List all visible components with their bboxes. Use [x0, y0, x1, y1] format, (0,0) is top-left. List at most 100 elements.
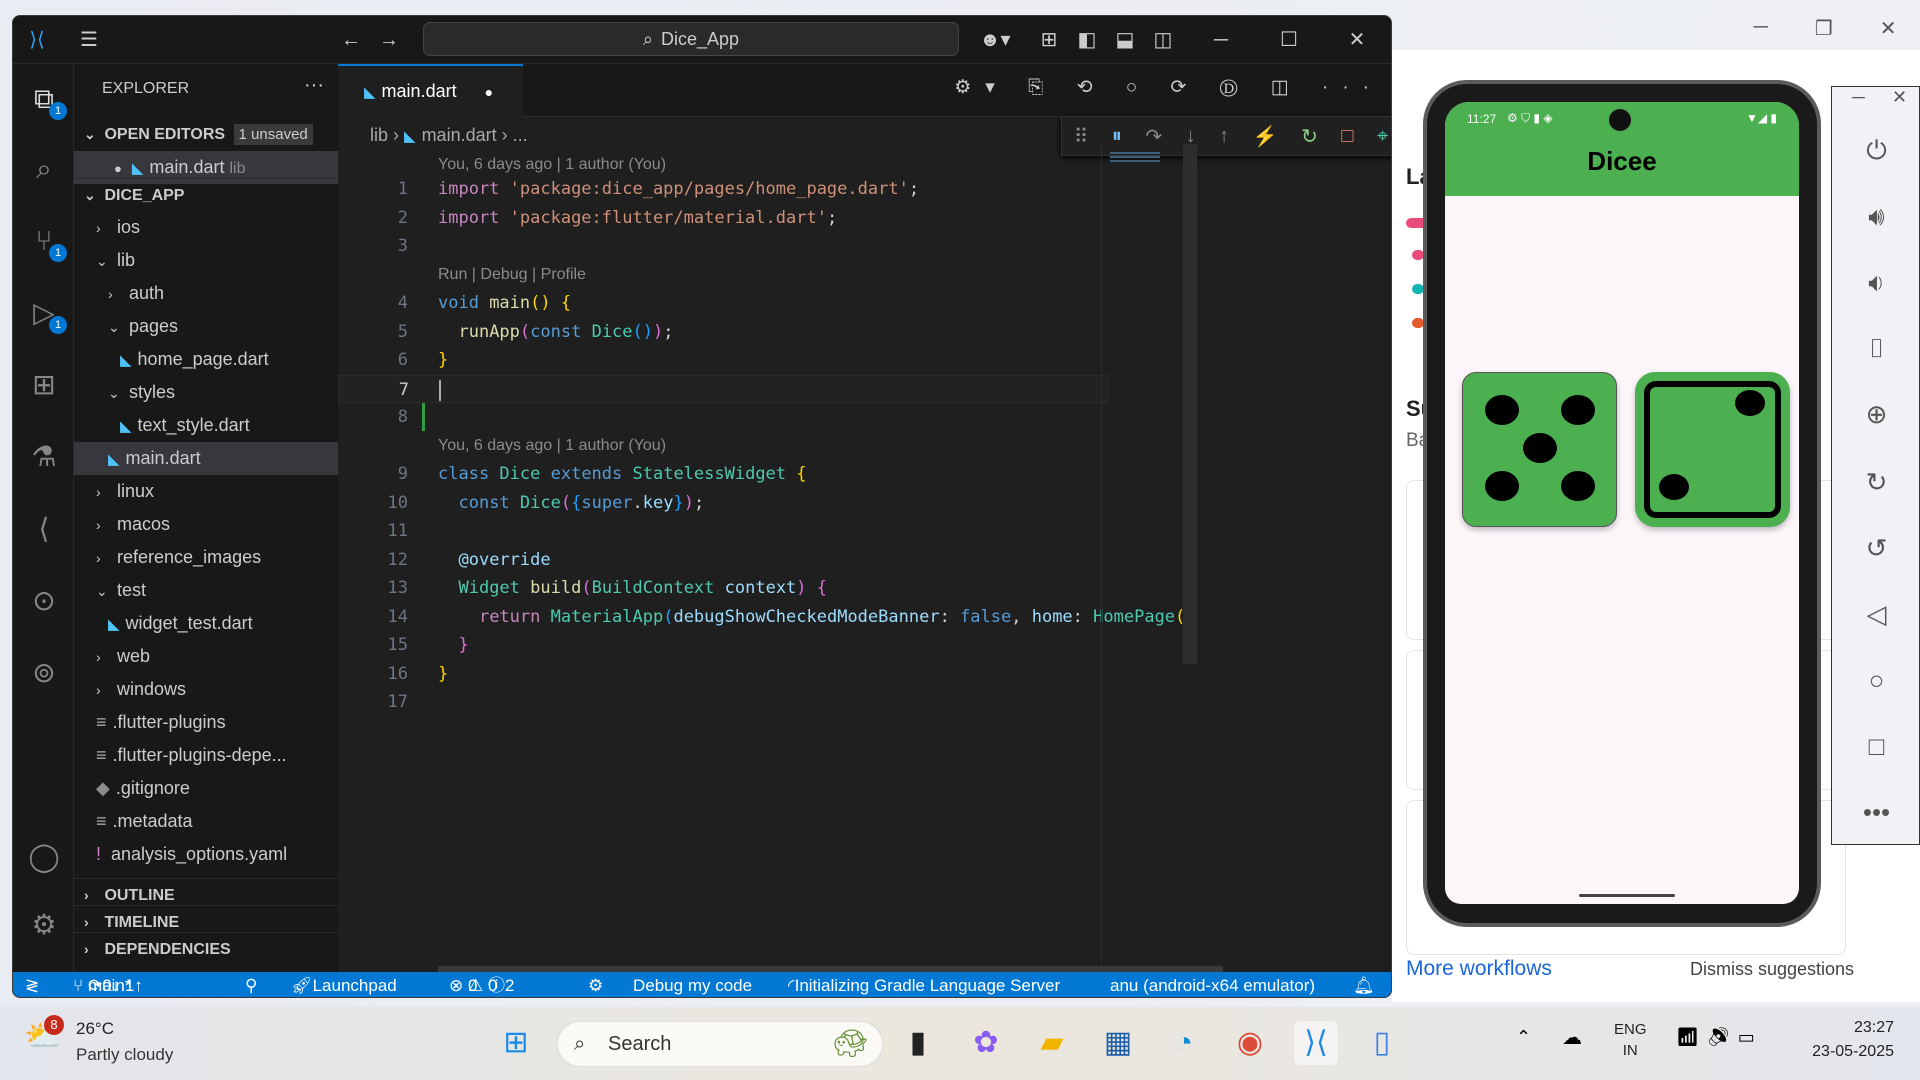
zoom-icon[interactable]: ⊕	[1832, 399, 1920, 430]
onedrive-icon[interactable]: ☁	[1562, 1025, 1582, 1050]
editor-actions[interactable]: ⚙▾ ⎘ ⟲ ○ ⟳ Ⓓ ◫ ···	[954, 76, 1383, 99]
accounts-icon[interactable]: ◯	[25, 838, 63, 876]
tree-item[interactable]: ≡ .metadata	[74, 805, 347, 838]
minimize-icon[interactable]: ─	[1754, 16, 1768, 41]
camera-icon[interactable]: ⌷	[1832, 333, 1920, 365]
minimize-icon[interactable]: ─	[1852, 87, 1865, 108]
emulator-taskbar-icon[interactable]: ▯	[1360, 1021, 1404, 1065]
tree-item[interactable]: ◣ home_page.dart	[74, 343, 347, 376]
toggle-sidebar-icon[interactable]: ◧	[1071, 24, 1103, 56]
tree-item[interactable]: ◆ .gitignore	[74, 772, 347, 805]
rotate-right-icon[interactable]: ↻	[1832, 467, 1920, 498]
device-item[interactable]: anu (android-x64 emulator)	[1110, 972, 1315, 997]
run-debug-icon[interactable]: ▷ 1	[25, 294, 67, 334]
dependencies-section[interactable]: › DEPENDENCIES	[74, 932, 347, 965]
overview-icon[interactable]: □	[1832, 731, 1920, 762]
close-icon[interactable]: ✕	[1880, 16, 1897, 41]
taskbar-search[interactable]: ⌕ Search 🐢︎	[557, 1021, 883, 1067]
stop-icon[interactable]: □	[1341, 125, 1353, 148]
open-editors-section[interactable]: ⌄ OPEN EDITORS 1 unsaved	[74, 118, 347, 151]
more-actions-icon[interactable]: ···	[304, 74, 324, 97]
tab-main-dart[interactable]: ◣ main.dart ●	[338, 64, 523, 117]
tree-item[interactable]: › ios	[74, 211, 347, 244]
remote-icon[interactable]: ⊚	[25, 654, 63, 692]
left-die-five[interactable]	[1462, 372, 1617, 527]
vertical-scrollbar[interactable]	[1183, 144, 1197, 664]
phone-screen[interactable]: 11:27 ⚙ ⛉ ▮ ◈ ▼◢ ▮ Dicee	[1445, 102, 1799, 904]
customize-layout-icon[interactable]: ⊞	[1033, 24, 1065, 56]
right-die-two[interactable]	[1635, 372, 1790, 527]
back-icon[interactable]: ◁	[1832, 599, 1920, 630]
tree-item[interactable]: ≡ .flutter-plugins-depe...	[74, 739, 347, 772]
debug-config-item[interactable]: Debug my code	[633, 972, 752, 997]
extensions-icon[interactable]: ⊞	[25, 366, 63, 404]
codelens[interactable]: Run | Debug | Profile	[338, 261, 1108, 290]
start-button[interactable]: ⊞	[494, 1021, 538, 1065]
copilot-icon[interactable]: ✿	[964, 1021, 1008, 1065]
git-graph-icon[interactable]: ⊙	[25, 582, 63, 620]
vscode-taskbar-icon[interactable]: ⟩⟨	[1294, 1021, 1338, 1065]
notifications-bell-icon[interactable]: 🔔︎	[1353, 972, 1375, 997]
drag-handle-icon[interactable]: ⠿	[1074, 124, 1089, 149]
debug-icon[interactable]: ⚙	[588, 972, 603, 997]
step-out-icon[interactable]: ↑	[1219, 125, 1229, 148]
weather-desc[interactable]: Partly cloudy	[76, 1045, 173, 1065]
breadcrumb[interactable]: lib › ◣ main.dart › ...	[370, 120, 528, 152]
search-icon[interactable]: ⌕	[25, 150, 63, 188]
file-explorer-icon[interactable]: ▰	[1030, 1021, 1074, 1065]
dismiss-suggestions-link[interactable]: Dismiss suggestions	[1690, 959, 1854, 980]
close-icon[interactable]: ✕	[1892, 87, 1907, 108]
launchpad-item[interactable]: 🚀︎ Launchpad	[291, 972, 397, 997]
branch-item[interactable]: ⑂ main* ⟳ 0↓ 1↑	[73, 972, 143, 997]
source-control-icon[interactable]: ⑂ 1	[25, 222, 67, 262]
restart-icon[interactable]: ↻	[1301, 124, 1318, 149]
inspect-widget-icon[interactable]: ⌖	[1377, 125, 1388, 148]
clock[interactable]: 23:27 23-05-2025	[1790, 1019, 1894, 1061]
volume-down-icon[interactable]: 🔉︎	[1832, 267, 1920, 299]
codelens[interactable]: You, 6 days ago | 1 author (You)	[338, 432, 1108, 461]
home-gesture-bar[interactable]	[1579, 894, 1675, 897]
edge-icon[interactable]: ◔	[1162, 1021, 1206, 1065]
store-icon[interactable]: ▦	[1096, 1021, 1140, 1065]
close-icon[interactable]: ✕	[1341, 24, 1373, 56]
toggle-secondary-sidebar-icon[interactable]: ◫	[1147, 24, 1179, 56]
tree-item[interactable]: › linux	[74, 475, 347, 508]
gradle-init-item[interactable]: ◜ Initializing Gradle Language Server	[788, 972, 1060, 997]
tree-item[interactable]: ⌄ test	[74, 574, 347, 607]
menu-icon[interactable]: ☰	[73, 24, 105, 56]
copilot-icon[interactable]: ☻▾	[973, 24, 1017, 56]
rotate-left-icon[interactable]: ↺	[1832, 533, 1920, 564]
weather-temp[interactable]: 26°C	[76, 1019, 114, 1039]
project-section[interactable]: ⌄ DICE_APP	[74, 178, 347, 211]
flutter-icon[interactable]: ⟨	[25, 510, 63, 548]
weather-icon[interactable]: ⛅ 8	[24, 1015, 64, 1054]
task-view-icon[interactable]: ▮	[896, 1021, 940, 1065]
more-icon[interactable]: •••	[1832, 797, 1920, 828]
minimap[interactable]	[1101, 144, 1181, 987]
hot-reload-icon[interactable]: ⚡	[1253, 124, 1278, 149]
tree-item[interactable]: ◣ widget_test.dart	[74, 607, 347, 640]
tree-item[interactable]: ! analysis_options.yaml	[74, 838, 347, 871]
minimize-icon[interactable]: ─	[1205, 24, 1237, 56]
tree-item[interactable]: › web	[74, 640, 347, 673]
toggle-panel-icon[interactable]: ⬓	[1109, 24, 1141, 56]
home-icon[interactable]: ○	[1832, 665, 1920, 696]
ports-icon[interactable]: ⚲	[245, 972, 257, 997]
restore-icon[interactable]: ❐	[1815, 16, 1833, 41]
remote-icon[interactable]: ≷	[25, 972, 39, 997]
back-arrow-icon[interactable]: ←	[335, 24, 367, 56]
settings-gear-icon[interactable]: ⚙	[25, 906, 63, 944]
more-workflows-link[interactable]: More workflows	[1406, 957, 1552, 981]
command-center-search[interactable]: ⌕ Dice_App	[423, 22, 959, 56]
testing-icon[interactable]: ⚗	[25, 438, 63, 476]
tree-item[interactable]: ◣ text_style.dart	[74, 409, 347, 442]
tree-item[interactable]: ⌄ styles	[74, 376, 347, 409]
problems-item[interactable]: ⊗ 0 ⚠ 0 ⓘ 2	[449, 972, 514, 997]
tree-item[interactable]: ⌄ pages	[74, 310, 347, 343]
tree-item[interactable]: ≡ .flutter-plugins	[74, 706, 347, 739]
forward-arrow-icon[interactable]: →	[373, 24, 405, 56]
tree-item[interactable]: › windows	[74, 673, 347, 706]
tree-item[interactable]: › macos	[74, 508, 347, 541]
explorer-icon[interactable]: ⧉ 1	[25, 80, 67, 120]
network-volume-battery-icons[interactable]: 📶︎🔊︎▭	[1676, 1027, 1763, 1048]
